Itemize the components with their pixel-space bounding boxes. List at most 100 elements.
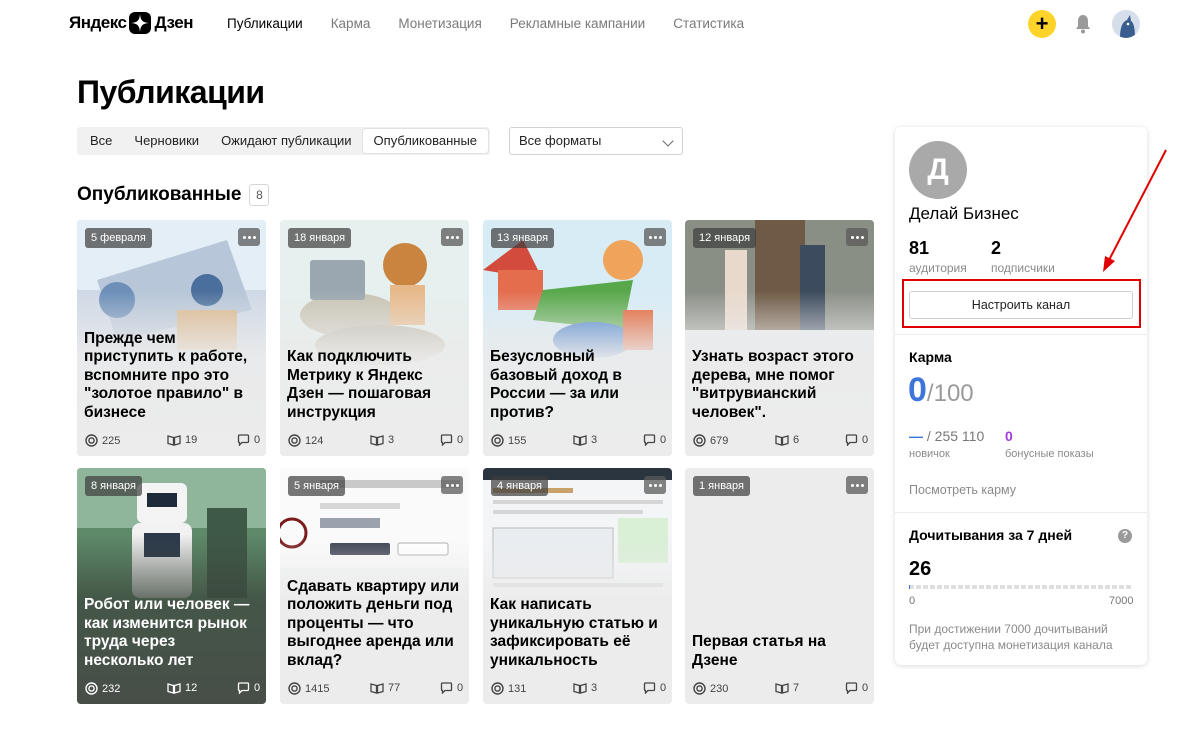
reads-count: 3 xyxy=(591,434,598,446)
card-date: 5 января xyxy=(288,476,345,496)
status-filter-tabs: Все Черновики Ожидают публикации Опублик… xyxy=(77,127,491,155)
karma-title: Карма xyxy=(909,349,952,365)
nav-item-monetization[interactable]: Монетизация xyxy=(398,16,481,31)
format-select[interactable]: Все форматы xyxy=(509,127,683,155)
bonus-impressions-value: 0 xyxy=(1005,428,1013,444)
logo-text-zen: Дзен xyxy=(154,13,193,32)
more-options-button[interactable] xyxy=(441,228,463,246)
reads-stat: 7 xyxy=(775,682,799,694)
book-icon xyxy=(775,683,789,694)
publication-card[interactable]: 4 января Как написать уникальную статью … xyxy=(483,468,672,704)
tab-drafts[interactable]: Черновики xyxy=(123,129,210,153)
annotation-arrow-icon xyxy=(1103,149,1167,272)
book-icon xyxy=(573,435,587,446)
audience-label: аудитория xyxy=(909,261,967,275)
rank-total: / 255 110 xyxy=(923,428,985,444)
reads-min: 0 xyxy=(909,595,916,607)
reads-value: 26 xyxy=(909,558,932,580)
reads-progress-fill xyxy=(909,585,910,589)
more-options-button[interactable] xyxy=(644,228,666,246)
publication-card[interactable]: 8 января Робот или человек — как изменит… xyxy=(77,468,266,704)
top-bar: Яндекс Дзен Публикации Карма Монетизация… xyxy=(0,0,1200,48)
more-options-button[interactable] xyxy=(846,476,868,494)
comments-stat: 0 xyxy=(237,434,260,446)
more-options-button[interactable] xyxy=(644,476,666,494)
tab-published[interactable]: Опубликованные xyxy=(362,129,489,153)
bell-icon[interactable] xyxy=(1074,14,1092,34)
reads-title: Дочитывания за 7 дней xyxy=(909,527,1073,543)
book-icon xyxy=(370,683,384,694)
page-title: Публикации xyxy=(77,74,265,110)
views-icon xyxy=(693,682,706,695)
views-icon xyxy=(693,434,706,447)
karma-score: 0/100 xyxy=(908,371,974,410)
subscribers-label: подписчики xyxy=(991,261,1055,275)
publication-card[interactable]: 12 января Узнать возраст этого дерева, м… xyxy=(685,220,874,456)
subscribers-count: 2 xyxy=(991,238,1002,258)
card-stats: 232 12 0 xyxy=(85,682,260,696)
reads-count: 77 xyxy=(388,682,401,694)
reads-max: 7000 xyxy=(1109,595,1134,607)
yandex-zen-logo[interactable]: Яндекс Дзен xyxy=(69,11,193,35)
nav-item-karma[interactable]: Карма xyxy=(331,16,371,31)
card-title: Сдавать квартиру или положить деньги под… xyxy=(287,577,460,669)
comments-count: 0 xyxy=(660,682,667,694)
publication-card[interactable]: 13 января Безусловный базовый доход в Ро… xyxy=(483,220,672,456)
view-karma-link[interactable]: Посмотреть карму xyxy=(909,483,1016,497)
channel-name[interactable]: Делай Бизнес xyxy=(909,204,1019,224)
publication-card[interactable]: 5 февраля Прежде чем приступить к работе… xyxy=(77,220,266,456)
publication-card[interactable]: 1 января Первая статья на Дзене 230 7 0 xyxy=(685,468,874,704)
views-stat: 1415 xyxy=(288,682,329,695)
more-options-button[interactable] xyxy=(846,228,868,246)
zen-logo-icon xyxy=(129,12,152,34)
views-icon xyxy=(491,682,504,695)
setup-channel-button[interactable]: Настроить канал xyxy=(909,291,1133,319)
reads-stat: 3 xyxy=(370,434,394,446)
views-count: 131 xyxy=(508,682,527,695)
create-button[interactable]: + xyxy=(1028,10,1056,38)
format-select-value: Все форматы xyxy=(519,133,602,148)
nav-item-statistics[interactable]: Статистика xyxy=(673,16,744,31)
tab-pending[interactable]: Ожидают публикации xyxy=(210,129,362,153)
card-stats: 225 19 0 xyxy=(85,434,260,448)
nav-item-publications[interactable]: Публикации xyxy=(227,16,303,31)
card-title: Как подключить Метрику к Яндекс Дзен — п… xyxy=(287,348,432,421)
bonus-impressions-label: бонусные показы xyxy=(1005,448,1094,460)
chevron-down-icon xyxy=(662,135,674,147)
card-date: 12 января xyxy=(693,228,757,248)
section-count-badge: 8 xyxy=(249,184,270,206)
card-title: Узнать возраст этого дерева, мне помог "… xyxy=(692,348,854,421)
publication-card[interactable]: 5 января Сдавать квартиру или положить д… xyxy=(280,468,469,704)
channel-avatar[interactable]: Д xyxy=(909,141,967,199)
reads-stat: 12 xyxy=(167,682,197,694)
reads-stat: 77 xyxy=(370,682,400,694)
comments-count: 0 xyxy=(862,682,869,694)
views-icon xyxy=(85,682,98,695)
comments-stat: 0 xyxy=(845,682,868,694)
views-stat: 131 xyxy=(491,682,526,695)
card-date: 4 января xyxy=(491,476,548,496)
user-avatar[interactable] xyxy=(1112,10,1140,38)
more-options-button[interactable] xyxy=(441,476,463,494)
tab-all[interactable]: Все xyxy=(79,129,123,153)
card-date: 1 января xyxy=(693,476,750,496)
publication-card[interactable]: 18 января Как подключить Метрику к Яндек… xyxy=(280,220,469,456)
views-icon xyxy=(288,434,301,447)
section-title: Опубликованные xyxy=(77,184,242,205)
comment-icon xyxy=(237,434,250,446)
logo-text-yandex: Яндекс xyxy=(69,13,127,32)
nav-item-ad-campaigns[interactable]: Рекламные кампании xyxy=(510,16,645,31)
card-date: 18 января xyxy=(288,228,352,248)
help-icon[interactable]: ? xyxy=(1118,529,1132,543)
karma-rank: — / 255 110 xyxy=(909,428,984,444)
comment-icon xyxy=(440,434,453,446)
comment-icon xyxy=(643,682,656,694)
views-icon xyxy=(85,434,98,447)
reads-count: 6 xyxy=(793,434,800,446)
more-options-button[interactable] xyxy=(238,228,260,246)
views-icon xyxy=(288,682,301,695)
comments-count: 0 xyxy=(660,434,667,446)
card-title: Безусловный базовый доход в России — за … xyxy=(490,348,622,421)
views-stat: 679 xyxy=(693,434,728,447)
card-title: Прежде чем приступить к работе, вспомнит… xyxy=(84,329,248,421)
